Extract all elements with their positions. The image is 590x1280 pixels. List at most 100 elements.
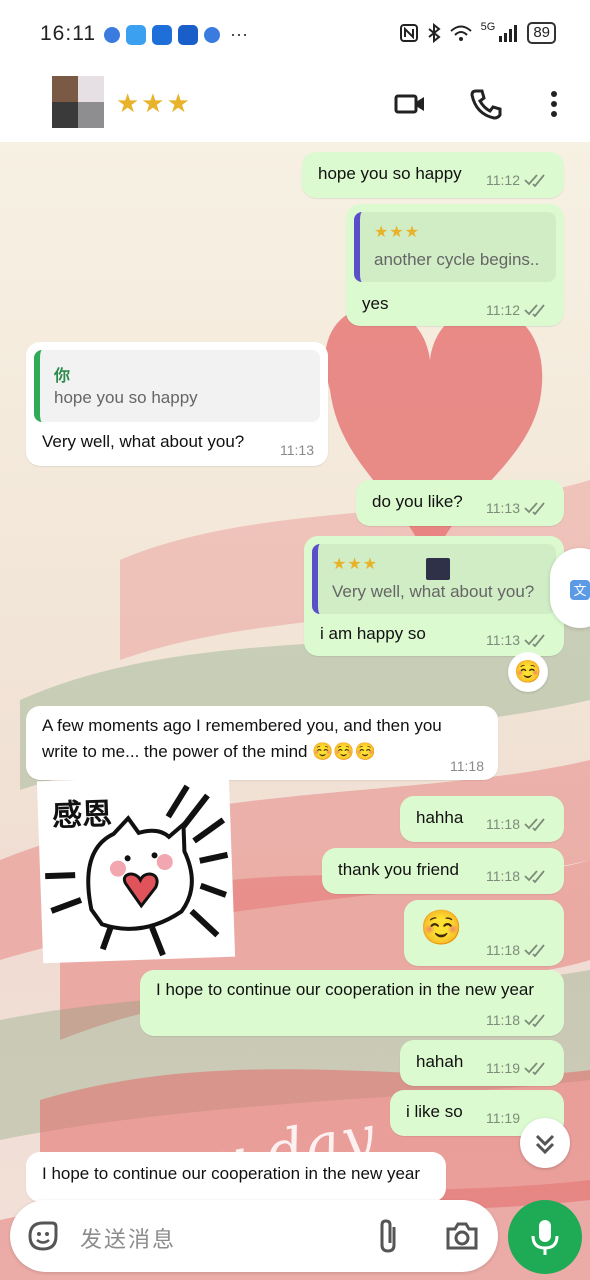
message-time: 11:19	[486, 1110, 520, 1126]
app-m-icon	[152, 24, 172, 45]
status-bar: 16:11 ··· 5G 89	[0, 0, 590, 66]
thankful-cat-sticker: 感恩	[45, 784, 229, 957]
battery-level: 89	[527, 22, 556, 44]
more-vertical-icon[interactable]	[536, 86, 572, 122]
scroll-to-bottom-button[interactable]	[520, 1118, 570, 1168]
quoted-author: ★★★	[332, 556, 379, 573]
message-outgoing[interactable]: hope you so happy 11:12	[302, 152, 564, 198]
message-meta: 11:18	[486, 942, 550, 958]
message-outgoing[interactable]: I hope to continue our cooperation in th…	[140, 970, 564, 1036]
app-notification-icon-2	[204, 26, 220, 43]
translate-icon: 文	[570, 580, 590, 600]
app-bank-icon	[178, 24, 198, 45]
message-composer[interactable]: 发送消息	[10, 1200, 498, 1272]
microphone-icon	[531, 1220, 559, 1255]
sticker-caption: 感恩	[52, 797, 113, 834]
weather-icon	[126, 24, 146, 45]
message-outgoing[interactable]: hahah 11:19	[400, 1040, 564, 1086]
translate-button[interactable]: 文	[550, 548, 590, 628]
quoted-text: Very well, what about you?	[332, 582, 535, 601]
message-text: I hope to continue our cooperation in th…	[156, 980, 535, 999]
bluetooth-icon	[428, 23, 441, 43]
message-incoming-reply[interactable]: 你 hope you so happy Very well, what abou…	[26, 342, 328, 466]
message-time: 11:18	[486, 868, 520, 884]
video-camera-icon[interactable]	[392, 86, 428, 122]
read-ticks-icon	[524, 634, 545, 647]
quoted-message[interactable]: ★★★ Very well, what about you?	[312, 544, 556, 614]
clock: 16:11	[40, 22, 96, 45]
message-meta: 11:18	[486, 868, 550, 884]
quoted-author: 你	[54, 368, 72, 385]
message-outgoing[interactable]: thank you friend 11:18	[322, 848, 564, 894]
message-text: hope you so happy	[318, 164, 462, 183]
voice-message-button[interactable]	[508, 1200, 582, 1274]
message-reaction[interactable]: ☺️	[508, 652, 548, 692]
message-input[interactable]: 发送消息	[80, 1222, 176, 1254]
contact-name[interactable]: ★★★	[116, 88, 192, 119]
message-incoming[interactable]: I hope to continue our cooperation in th…	[26, 1152, 446, 1202]
message-text: I hope to continue our cooperation in th…	[42, 1164, 421, 1183]
quoted-text: hope you so happy	[54, 388, 198, 407]
message-text: thank you friend	[338, 860, 459, 879]
sticker-icon[interactable]	[26, 1219, 60, 1253]
message-time: 11:13	[280, 442, 314, 458]
message-text: yes	[362, 294, 389, 313]
message-text: do you like?	[372, 492, 463, 511]
message-time: 11:18	[486, 816, 520, 832]
message-time: 11:18	[486, 942, 520, 958]
wifi-icon	[449, 25, 472, 41]
quoted-message[interactable]: 你 hope you so happy	[34, 350, 320, 422]
quoted-thumbnail	[426, 558, 450, 580]
message-outgoing-reply[interactable]: ★★★ Very well, what about you? i am happ…	[304, 536, 564, 656]
quoted-message[interactable]: ★★★ another cycle begins..	[354, 212, 556, 282]
message-text: i am happy so	[320, 624, 426, 643]
read-ticks-icon	[524, 174, 545, 187]
message-meta: 11:19	[486, 1060, 550, 1076]
message-outgoing-emoji[interactable]: ☺️ 11:18	[404, 900, 564, 966]
message-text: Very well, what about you?	[42, 432, 245, 451]
network-type: 5G	[480, 21, 496, 33]
message-outgoing[interactable]: hahha 11:18	[400, 796, 564, 842]
message-meta: 11:13	[486, 632, 550, 648]
double-chevron-down-icon	[535, 1134, 555, 1155]
chat-header: ★★★	[0, 66, 590, 142]
message-text-line2: write to me... the power of the mind ☺️☺…	[42, 742, 376, 761]
signal-icon	[499, 25, 518, 42]
message-time: 11:12	[486, 172, 520, 188]
quoted-author: ★★★	[374, 224, 421, 241]
message-meta: 11:13	[486, 500, 550, 516]
message-time: 11:13	[486, 632, 520, 648]
nfc-icon	[399, 24, 418, 42]
message-meta: 11:12	[486, 172, 550, 188]
read-ticks-icon	[524, 502, 545, 515]
message-text-line1: A few moments ago I remembered you, and …	[42, 716, 442, 735]
read-ticks-icon	[524, 818, 545, 831]
message-emoji: ☺️	[420, 909, 463, 947]
sticker-message[interactable]: 感恩	[36, 774, 236, 964]
message-time: 11:13	[486, 500, 520, 516]
message-meta: 11:18	[486, 816, 550, 832]
read-ticks-icon	[524, 1062, 545, 1075]
paperclip-icon[interactable]	[374, 1217, 404, 1255]
message-incoming[interactable]: A few moments ago I remembered you, and …	[26, 706, 498, 780]
system-status: 5G 89	[399, 21, 556, 44]
contact-avatar[interactable]	[52, 76, 104, 128]
camera-icon[interactable]	[444, 1220, 480, 1252]
read-ticks-icon	[524, 1014, 545, 1027]
message-meta: 11:12	[486, 302, 550, 318]
message-text: i like so	[406, 1102, 463, 1121]
message-meta: 11:18	[486, 1012, 550, 1028]
message-text: hahha	[416, 808, 464, 827]
message-time: 11:18	[450, 758, 484, 774]
quoted-text: another cycle begins..	[374, 250, 540, 269]
message-outgoing-reply[interactable]: ★★★ another cycle begins.. yes 11:12	[346, 204, 564, 326]
phone-icon[interactable]	[468, 86, 504, 122]
more-notifications: ···	[230, 24, 248, 44]
read-ticks-icon	[524, 870, 545, 883]
read-ticks-icon	[524, 944, 545, 957]
notification-icons: ···	[104, 24, 248, 45]
svg-text:文: 文	[573, 584, 586, 599]
message-time: 11:19	[486, 1060, 520, 1076]
message-outgoing[interactable]: do you like? 11:13	[356, 480, 564, 526]
app-notification-icon	[104, 26, 120, 43]
